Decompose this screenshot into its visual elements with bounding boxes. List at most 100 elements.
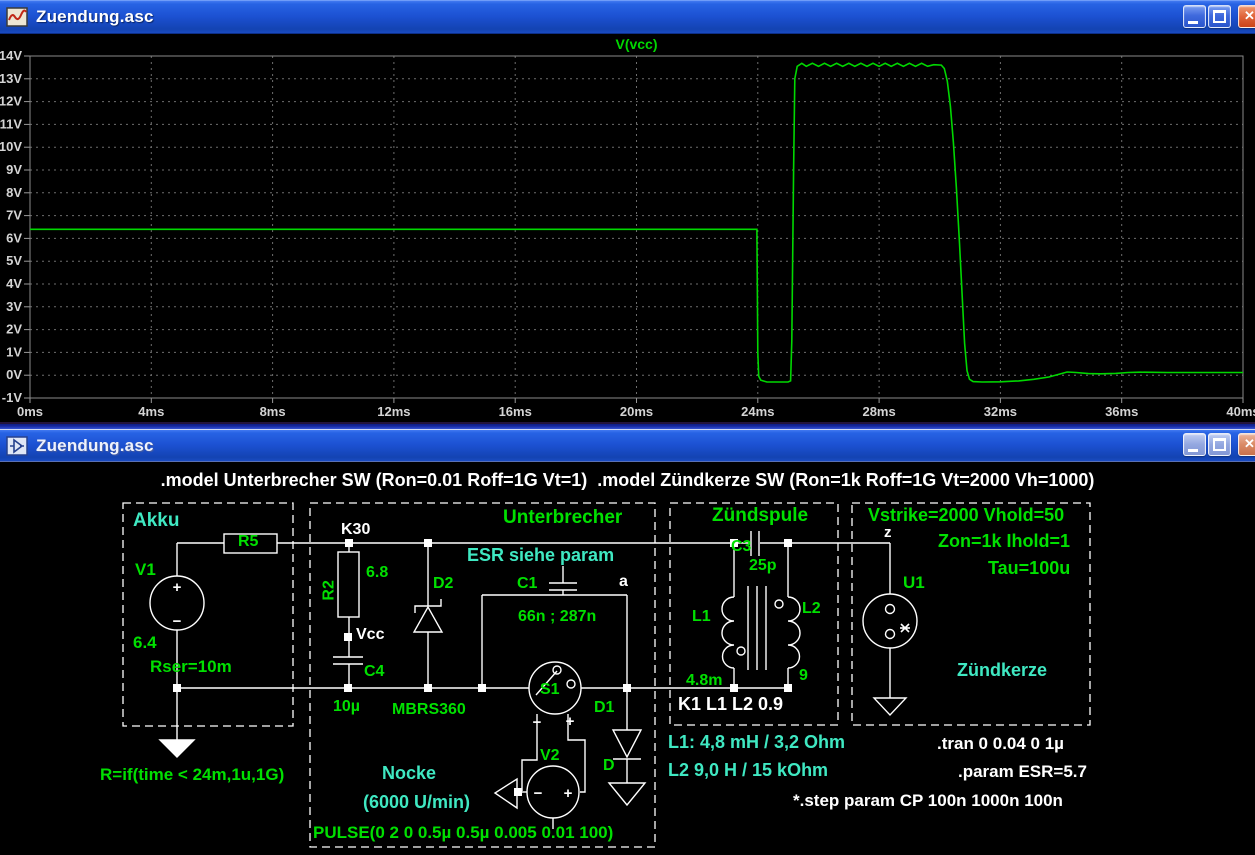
r5-label[interactable]: R5 [238, 533, 258, 551]
v1-label[interactable]: V1 [135, 561, 156, 580]
x-tick-label: 32ms [984, 404, 1017, 419]
d1-label[interactable]: D1 [594, 699, 614, 717]
x-tick-label: 36ms [1105, 404, 1138, 419]
minimize-icon [1188, 21, 1198, 24]
c3-value[interactable]: 25p [749, 557, 777, 575]
plot-window: Zuendung.asc ✕ 0ms 4ms 8ms 12ms 16ms 20ms 24ms… [0, 0, 1255, 424]
c1-label[interactable]: C1 [517, 575, 537, 593]
u1-label[interactable]: U1 [903, 574, 925, 593]
plot-pane[interactable]: 0ms 4ms 8ms 12ms 16ms 20ms 24ms 28ms 32ms 36ms 40m… [0, 34, 1255, 422]
y-tick-label: 6V [6, 230, 22, 245]
x-tick-label: 8ms [260, 404, 286, 419]
d1-model[interactable]: D [603, 757, 615, 775]
l1-value[interactable]: 4.8m [686, 672, 722, 690]
u1-param1[interactable]: Vstrike=2000 Vhold=50 [868, 506, 1064, 526]
y-tick-label: 8V [6, 185, 22, 200]
schematic-window-title: Zuendung.asc [36, 436, 154, 456]
y-tick-label: 12V [0, 94, 22, 109]
x-tick-label: 28ms [862, 404, 895, 419]
comment-rpm[interactable]: (6000 U/min) [363, 793, 470, 813]
minimize-button[interactable] [1183, 5, 1206, 28]
maximize-icon [1213, 438, 1226, 451]
k1-directive[interactable]: K1 L1 L2 0.9 [678, 695, 783, 715]
x-tick-label: 24ms [741, 404, 774, 419]
y-tick-label: 1V [6, 344, 22, 359]
waveform-plot[interactable]: 0ms 4ms 8ms 12ms 16ms 20ms 24ms 28ms 32ms 36ms 40m… [0, 34, 1255, 422]
comment-esr[interactable]: ESR siehe param [467, 546, 614, 566]
step-directive[interactable]: *.step param CP 100n 1000n 100n [793, 792, 1063, 811]
l2-value[interactable]: 9 [799, 667, 808, 685]
node-vcc[interactable]: Vcc [356, 626, 384, 644]
node-z[interactable]: z [884, 525, 892, 542]
node-a[interactable]: a [619, 573, 628, 591]
close-button[interactable]: ✕ [1238, 433, 1255, 456]
x-tick-label: 12ms [377, 404, 410, 419]
close-button[interactable]: ✕ [1238, 5, 1255, 28]
y-tick-label: 0V [6, 367, 22, 382]
comment-unterbrecher[interactable]: Unterbrecher [503, 508, 622, 529]
desktop: { "colors": { "trace": "#00d800", "schem… [0, 0, 1255, 850]
x-tick-label: 4ms [138, 404, 164, 419]
y-tick-label: 13V [0, 71, 22, 86]
minimize-button[interactable] [1183, 433, 1206, 456]
close-icon: ✕ [1239, 434, 1255, 454]
minimize-icon [1188, 449, 1198, 452]
y-tick-label: 4V [6, 276, 22, 291]
x-tick-label: 40ms [1226, 404, 1255, 419]
r2-value[interactable]: 6.8 [366, 564, 388, 582]
r2-label[interactable]: R2 [320, 580, 338, 600]
c4-label[interactable]: C4 [364, 663, 384, 681]
c3-label[interactable]: C3 [731, 538, 751, 556]
c4-value[interactable]: 10µ [333, 698, 360, 716]
schematic-icon[interactable] [6, 435, 28, 457]
plot-window-titlebar[interactable]: Zuendung.asc ✕ [0, 0, 1255, 34]
l1-label[interactable]: L1 [692, 608, 711, 626]
r-if-directive[interactable]: R=if(time < 24m,1u,1G) [100, 766, 284, 785]
v1-rser[interactable]: Rser=10m [150, 658, 232, 677]
schematic-window-titlebar[interactable]: Zuendung.asc ✕ [0, 429, 1255, 462]
comment-nocke[interactable]: Nocke [382, 764, 436, 784]
s1-label[interactable]: S1 [540, 681, 560, 699]
c1-value[interactable]: 66n ; 287n [518, 608, 596, 626]
maximize-button[interactable] [1208, 5, 1231, 28]
model-directive[interactable]: .model Unterbrecher SW (Ron=0.01 Roff=1G… [0, 471, 1255, 491]
y-tick-label: 9V [6, 162, 22, 177]
x-tick-label: 16ms [499, 404, 532, 419]
y-tick-label: 5V [6, 253, 22, 268]
param-directive[interactable]: .param ESR=5.7 [958, 763, 1087, 782]
u1-param3[interactable]: Tau=100u [988, 559, 1070, 579]
y-tick-label: 14V [0, 48, 22, 63]
comment-akku[interactable]: Akku [133, 511, 179, 532]
plot-window-title: Zuendung.asc [36, 7, 154, 27]
comment-coil1[interactable]: L1: 4,8 mH / 3,2 Ohm [668, 733, 845, 753]
maximize-icon [1213, 10, 1226, 23]
schematic-window: Zuendung.asc ✕ [0, 424, 1255, 850]
y-tick-label: 3V [6, 299, 22, 314]
y-tick-label: 11V [0, 116, 22, 131]
v2-value-pulse[interactable]: PULSE(0 2 0 0.5µ 0.5µ 0.005 0.01 100) [313, 824, 613, 843]
comment-zuendkerze[interactable]: Zündkerze [957, 661, 1047, 681]
waveform-icon[interactable] [6, 6, 28, 28]
v2-label[interactable]: V2 [540, 747, 560, 765]
v1-value[interactable]: 6.4 [133, 634, 157, 653]
node-k30[interactable]: K30 [341, 521, 370, 539]
comment-coil2[interactable]: L2 9,0 H / 15 kOhm [668, 761, 828, 781]
close-icon: ✕ [1239, 6, 1255, 26]
maximize-button[interactable] [1208, 433, 1231, 456]
d2-label[interactable]: D2 [433, 575, 453, 593]
d2-model[interactable]: MBRS360 [392, 701, 466, 719]
l2-label[interactable]: L2 [802, 600, 821, 618]
tran-directive[interactable]: .tran 0 0.04 0 1µ [937, 735, 1064, 754]
y-tick-label: 10V [0, 139, 22, 154]
x-tick-label: 20ms [620, 404, 653, 419]
y-tick-label: -1V [2, 390, 23, 405]
trace-legend[interactable]: V(vcc) [615, 36, 657, 52]
y-tick-label: 2V [6, 322, 22, 337]
y-tick-label: 7V [6, 208, 22, 223]
u1-param2[interactable]: Zon=1k Ihold=1 [938, 532, 1070, 552]
schematic-labels: .model Unterbrecher SW (Ron=0.01 Roff=1G… [0, 462, 1255, 850]
comment-zuendspule[interactable]: Zündspule [712, 506, 808, 527]
x-tick-label: 0ms [17, 404, 43, 419]
plot-border [30, 56, 1243, 398]
schematic-pane[interactable]: +− −+ −+ .model Unterbrecher SW (Ron=0.0… [0, 462, 1255, 850]
